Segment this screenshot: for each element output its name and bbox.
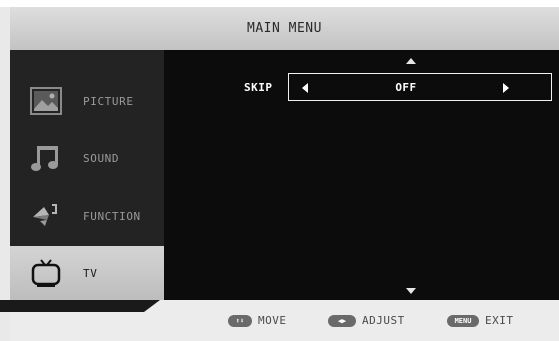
move-label: MOVE	[258, 314, 287, 327]
scroll-up-icon[interactable]	[406, 58, 416, 64]
exit-label: EXIT	[485, 314, 514, 327]
sidebar-item-sound[interactable]: SOUND	[10, 131, 164, 185]
tv-osd-menu: MAIN MENU PICTURE SOUND FUNCTION TV SKIP…	[0, 0, 559, 341]
skip-label: SKIP	[244, 81, 273, 94]
adjust-key-icon: ◀▶	[328, 314, 356, 327]
exit-hint: MENU EXIT	[447, 314, 514, 327]
sidebar-item-label: SOUND	[83, 151, 120, 165]
sidebar-item-function[interactable]: FUNCTION	[10, 189, 164, 243]
sidebar-item-tv[interactable]: TV	[10, 246, 164, 300]
sidebar-item-label: PICTURE	[83, 94, 134, 108]
adjust-label: ADJUST	[362, 314, 405, 327]
music-note-icon	[29, 141, 63, 175]
left-border	[0, 7, 10, 341]
skip-value: OFF	[395, 81, 417, 94]
scroll-down-icon[interactable]	[406, 288, 416, 294]
picture-icon	[29, 84, 63, 118]
title-bar: MAIN MENU	[10, 7, 559, 50]
tv-icon	[29, 256, 63, 290]
footer-corner	[0, 300, 160, 312]
menu-key-icon: MENU	[447, 314, 479, 327]
sidebar-item-label: TV	[83, 266, 98, 280]
sidebar-item-label: FUNCTION	[83, 209, 141, 223]
move-hint: ⬆⬇ MOVE	[228, 314, 287, 327]
top-border	[0, 0, 559, 7]
settings-panel: SKIP OFF	[164, 50, 559, 300]
adjust-hint: ◀▶ ADJUST	[328, 314, 405, 327]
increase-arrow-icon[interactable]	[503, 83, 509, 93]
sidebar-item-picture[interactable]: PICTURE	[10, 74, 164, 128]
sidebar: PICTURE SOUND FUNCTION TV	[10, 50, 164, 300]
footer-bar: ⬆⬇ MOVE ◀▶ ADJUST MENU EXIT	[0, 300, 559, 341]
menu-title: MAIN MENU	[247, 21, 322, 36]
move-key-icon: ⬆⬇	[228, 314, 252, 327]
skip-selector[interactable]: OFF	[288, 73, 552, 101]
function-icon	[29, 199, 63, 233]
